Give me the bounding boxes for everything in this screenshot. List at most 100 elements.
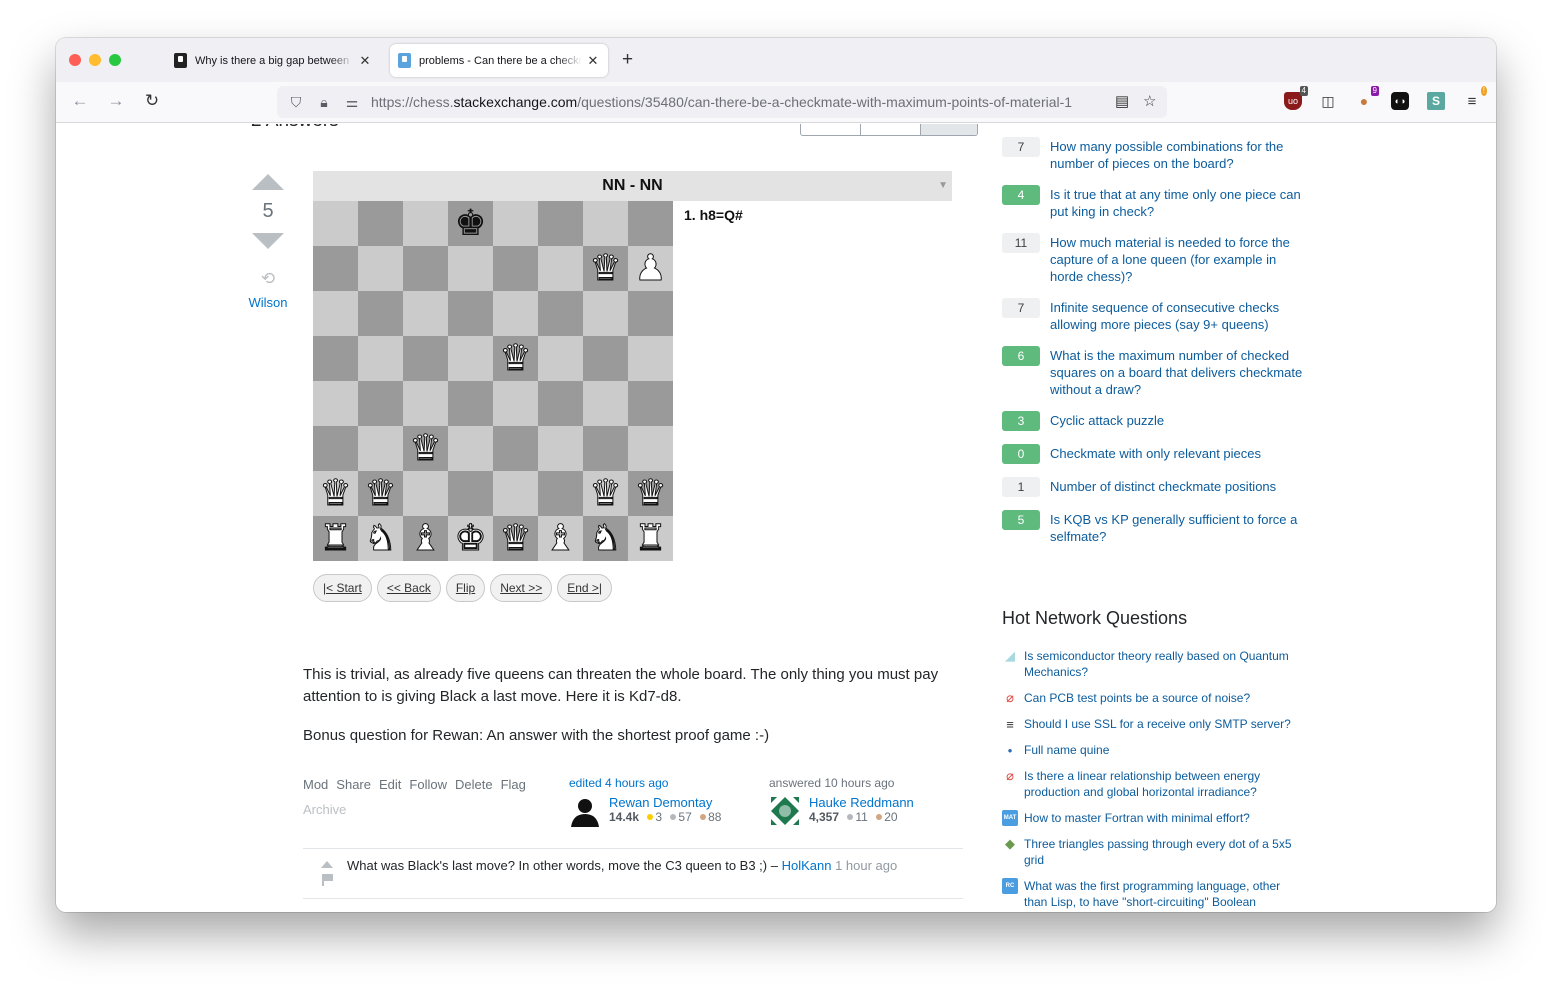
add-comment-link[interactable]: Add a comment — [306, 911, 397, 912]
tab-inactive[interactable]: Why is there a big gap between ✕ — [166, 44, 380, 77]
answer-count-badge[interactable]: 7 — [1002, 137, 1040, 157]
board-square[interactable]: ♞ — [358, 516, 403, 561]
answer-count-badge[interactable]: 5 — [1002, 510, 1040, 530]
answer-count-badge[interactable]: 7 — [1002, 298, 1040, 318]
cookie-icon[interactable]: ● 9 — [1355, 86, 1379, 110]
related-question-link[interactable]: Number of distinct checkmate positions — [1050, 478, 1276, 497]
board-square[interactable] — [358, 201, 403, 246]
permissions-icon[interactable]: ⚌ — [343, 94, 361, 111]
reader-sidebar-icon[interactable]: ◫ — [1319, 92, 1337, 110]
board-square[interactable]: ♛ — [628, 471, 673, 516]
reader-view-icon[interactable]: ▤ — [1115, 92, 1129, 110]
related-question-link[interactable]: Is KQB vs KP generally sufficient to for… — [1050, 511, 1312, 545]
board-square[interactable] — [538, 471, 583, 516]
board-square[interactable] — [448, 246, 493, 291]
board-square[interactable] — [538, 201, 583, 246]
board-square[interactable] — [448, 471, 493, 516]
hot-question-link[interactable]: Full name quine — [1024, 742, 1109, 758]
edit-link[interactable]: Edit — [379, 777, 401, 792]
related-question-link[interactable]: What is the maximum number of checked sq… — [1050, 347, 1312, 398]
board-square[interactable] — [403, 336, 448, 381]
board-square[interactable] — [628, 291, 673, 336]
tab-active[interactable]: problems - Can there be a checkmate ✕ — [390, 44, 608, 77]
board-square[interactable]: ♛ — [403, 426, 448, 471]
share-link[interactable]: Share — [336, 777, 371, 792]
board-square[interactable] — [628, 336, 673, 381]
upvote-button[interactable] — [252, 174, 284, 190]
tracking-shield-icon[interactable]: ⛉ — [287, 94, 305, 111]
board-square[interactable] — [628, 381, 673, 426]
board-square[interactable] — [358, 426, 403, 471]
hot-question-link[interactable]: Is semiconductor theory really based on … — [1024, 648, 1302, 680]
board-square[interactable] — [448, 426, 493, 471]
related-question-link[interactable]: How much material is needed to force the… — [1050, 234, 1312, 285]
board-square[interactable]: ♛ — [313, 471, 358, 516]
follow-link[interactable]: Follow — [409, 777, 447, 792]
board-square[interactable] — [493, 471, 538, 516]
related-question-link[interactable]: Cyclic attack puzzle — [1050, 412, 1164, 431]
related-question-link[interactable]: Is it true that at any time only one pie… — [1050, 186, 1312, 220]
board-square[interactable] — [583, 336, 628, 381]
ublock-icon[interactable]: uo 4 — [1284, 86, 1308, 110]
reload-icon[interactable]: ↻ — [142, 91, 162, 111]
board-square[interactable] — [583, 381, 628, 426]
back-button[interactable]: << Back — [376, 574, 441, 602]
board-square[interactable]: ♛ — [493, 516, 538, 561]
hot-question-link[interactable]: Can PCB test points be a source of noise… — [1024, 690, 1250, 706]
board-square[interactable]: ♜ — [628, 516, 673, 561]
board-square[interactable] — [538, 381, 583, 426]
bookmark-star-icon[interactable]: ☆ — [1143, 92, 1156, 110]
close-window-button[interactable] — [69, 54, 81, 66]
answer-count-badge[interactable]: 11 — [1002, 233, 1040, 253]
move-list[interactable]: 1. h8=Q# — [684, 207, 743, 223]
close-tab-icon[interactable]: ✕ — [358, 53, 372, 69]
history-user-link[interactable]: Wilson — [248, 295, 288, 310]
board-square[interactable]: ♛ — [493, 336, 538, 381]
board-square[interactable]: ♝ — [403, 516, 448, 561]
board-square[interactable]: ♝ — [538, 516, 583, 561]
board-square[interactable] — [538, 246, 583, 291]
board-square[interactable] — [313, 291, 358, 336]
board-square[interactable]: ♛ — [358, 471, 403, 516]
board-square[interactable] — [493, 246, 538, 291]
board-square[interactable] — [583, 291, 628, 336]
dropdown-triangle-icon[interactable]: ▼ — [938, 171, 948, 201]
board-square[interactable]: ♜ — [313, 516, 358, 561]
answered-time[interactable]: answered 10 hours ago — [769, 776, 914, 790]
board-square[interactable]: ♚ — [448, 516, 493, 561]
board-square[interactable] — [313, 381, 358, 426]
editor-avatar[interactable] — [569, 795, 601, 827]
hot-question-link[interactable]: How to master Fortran with minimal effor… — [1024, 810, 1250, 826]
board-square[interactable]: ♟ — [628, 246, 673, 291]
answer-count-badge[interactable]: 1 — [1002, 477, 1040, 497]
board-square[interactable] — [313, 336, 358, 381]
answer-count-badge[interactable]: 0 — [1002, 444, 1040, 464]
hot-question-link[interactable]: Three triangles passing through every do… — [1024, 836, 1302, 868]
answer-count-badge[interactable]: 6 — [1002, 346, 1040, 366]
answer-count-badge[interactable]: 3 — [1002, 411, 1040, 431]
lock-icon[interactable]: 🔒︎ — [315, 94, 333, 111]
comment-user-link[interactable]: HolKann — [782, 858, 832, 873]
board-square[interactable]: ♛ — [583, 246, 628, 291]
board-square[interactable] — [583, 426, 628, 471]
mask-icon[interactable]: ◐◑ — [1391, 92, 1409, 110]
start-button[interactable]: |< Start — [313, 574, 372, 602]
history-icon[interactable]: ⟲ — [248, 269, 288, 289]
forward-arrow-icon[interactable]: → — [106, 91, 126, 111]
end-button[interactable]: End >| — [557, 574, 613, 602]
author-name-link[interactable]: Hauke Reddmann — [809, 795, 914, 810]
edited-time-link[interactable]: edited 4 hours ago — [569, 776, 721, 790]
zoom-window-button[interactable] — [109, 54, 121, 66]
board-square[interactable] — [403, 246, 448, 291]
board-square[interactable] — [538, 291, 583, 336]
board-square[interactable] — [358, 381, 403, 426]
board-square[interactable]: ♚ — [448, 201, 493, 246]
related-question-link[interactable]: How many possible combinations for the n… — [1050, 138, 1312, 172]
board-square[interactable] — [628, 201, 673, 246]
editor-name-link[interactable]: Rewan Demontay — [609, 795, 721, 810]
board-square[interactable] — [448, 381, 493, 426]
related-question-link[interactable]: Infinite sequence of consecutive checks … — [1050, 299, 1312, 333]
board-square[interactable] — [538, 426, 583, 471]
comment-flag-icon[interactable] — [322, 874, 333, 886]
delete-link[interactable]: Delete — [455, 777, 493, 792]
